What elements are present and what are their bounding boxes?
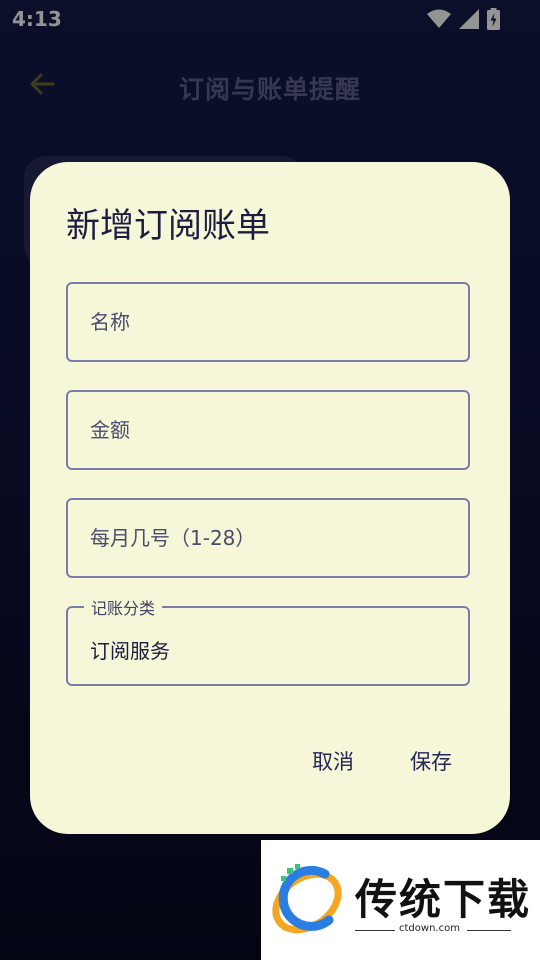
name-input[interactable]	[90, 284, 450, 360]
save-button[interactable]: 保存	[398, 740, 464, 784]
cancel-button[interactable]: 取消	[300, 740, 366, 784]
watermark-divider-right	[467, 930, 511, 931]
category-field[interactable]: 记账分类 订阅服务	[66, 595, 470, 686]
day-of-month-input[interactable]	[90, 500, 450, 576]
ctdown-logo-icon	[272, 864, 342, 934]
category-label: 记账分类	[84, 595, 163, 619]
watermark-divider-left	[355, 930, 395, 931]
amount-field[interactable]	[66, 390, 470, 470]
dialog-title: 新增订阅账单	[66, 206, 270, 246]
watermark-url: ctdown.com	[399, 923, 460, 934]
watermark: 传统下载 ctdown.com	[261, 840, 540, 960]
category-value[interactable]: 订阅服务	[90, 635, 170, 664]
amount-input[interactable]	[90, 392, 450, 468]
name-field[interactable]	[66, 282, 470, 362]
add-subscription-dialog: 新增订阅账单 记账分类 订阅服务 取消 保存	[30, 162, 510, 834]
watermark-brand: 传统下载	[355, 875, 532, 924]
day-of-month-field[interactable]	[66, 498, 470, 578]
